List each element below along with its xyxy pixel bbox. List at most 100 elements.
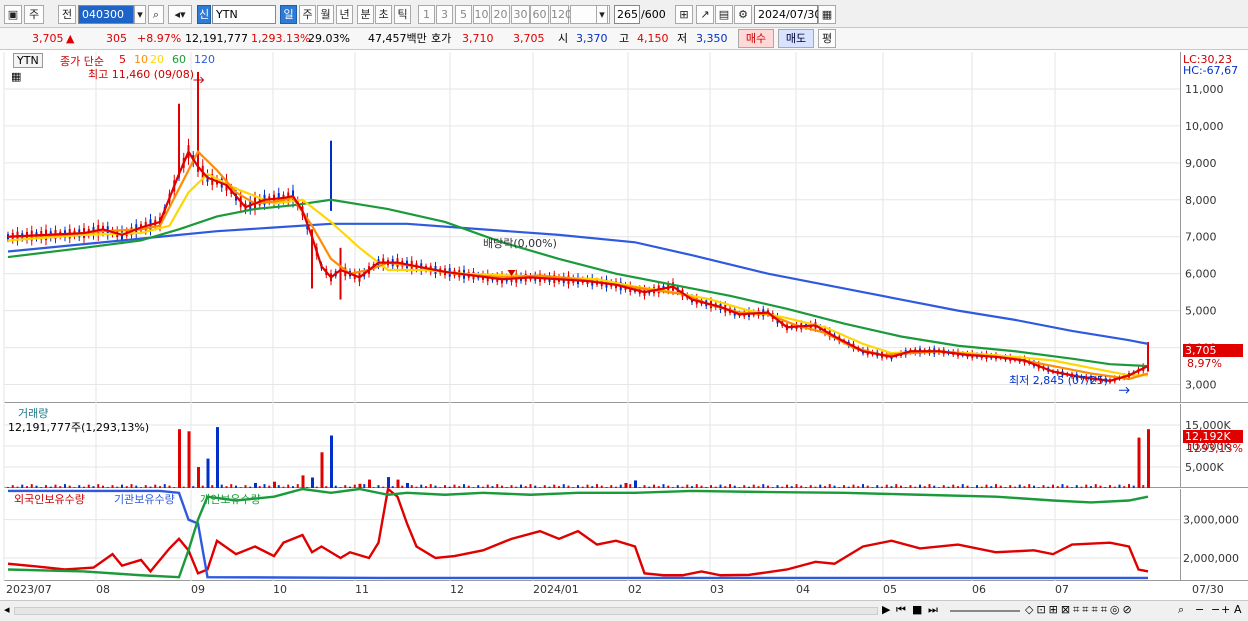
grid-icon[interactable]: ▦: [11, 70, 21, 83]
scroll-left-icon[interactable]: ◂: [4, 603, 10, 616]
volume-bar: [558, 486, 560, 488]
chevron-down-icon[interactable]: ▾: [596, 5, 608, 24]
minus-icon[interactable]: −: [1195, 603, 1204, 616]
volume-bar: [277, 485, 280, 488]
volume-bar: [73, 487, 76, 488]
minus-icon[interactable]: −: [1211, 603, 1220, 616]
count-input[interactable]: 265: [614, 5, 640, 24]
interval-button-5[interactable]: 30: [511, 5, 530, 24]
interval-button-0[interactable]: 1: [418, 5, 435, 24]
volume-bar: [425, 486, 427, 488]
ma-line-ma10: [7, 149, 1149, 381]
volume-bar: [154, 484, 157, 488]
volume-bar: [311, 477, 314, 488]
x-tick-label: 08: [96, 583, 110, 596]
period-button-2[interactable]: 월: [317, 5, 334, 24]
zoom-slider[interactable]: [950, 610, 1020, 612]
forward-icon[interactable]: ⏭: [928, 603, 938, 617]
bid-label: 호가: [431, 32, 452, 45]
volume-bar: [543, 485, 546, 488]
tool-icons[interactable]: ◇⊡⊞⊠⌗⌗⌗⌗◎⊘: [1025, 603, 1135, 617]
holding-label-individual: 개인보유수량: [200, 493, 261, 506]
volume: 12,191,777: [185, 32, 248, 45]
volume-bar: [491, 486, 494, 488]
volume-bar: [434, 485, 437, 488]
volume-bar: [187, 431, 191, 488]
stock-code-input[interactable]: 040300: [78, 5, 134, 24]
period-button-3[interactable]: 년: [336, 5, 353, 24]
volume-bar: [505, 487, 508, 488]
volume-bar: [676, 485, 679, 488]
volume-bar: [947, 486, 950, 488]
holding-panel[interactable]: 외국인보유수량 기관보유수량 개인보유수량: [3, 486, 1180, 581]
volume-bar: [377, 485, 380, 488]
volume-bar: [7, 487, 9, 488]
price-panel[interactable]: YTN 종가 단순 5 10 20 60 120 ▦ 최고 11,460 (09/08)…: [3, 52, 1180, 403]
gear-icon[interactable]: ⚙: [734, 5, 752, 24]
volume-bar: [843, 485, 845, 488]
volume-bar: [710, 485, 712, 488]
volume-bar: [515, 486, 518, 488]
volume-bar: [30, 484, 33, 488]
price-tick-label: 8,000: [1185, 194, 1217, 207]
interval-button-1[interactable]: 3: [436, 5, 453, 24]
x-tick-label: 2023/07: [6, 583, 52, 596]
play-icon[interactable]: ▶: [882, 603, 890, 616]
volume-bar: [349, 486, 351, 488]
save-icon[interactable]: ▤: [715, 5, 733, 24]
volume-bar: [1094, 484, 1097, 488]
volume-bar: [353, 484, 356, 488]
period-button-1[interactable]: 주: [299, 5, 316, 24]
volume-bar: [16, 486, 19, 488]
interval-button-2[interactable]: 5: [455, 5, 472, 24]
period-button-6[interactable]: 틱: [394, 5, 411, 24]
volume-bar: [40, 487, 43, 488]
volume-bar: [182, 486, 185, 488]
interval-button-3[interactable]: 10: [473, 5, 490, 24]
chevron-down-icon[interactable]: ▾: [134, 5, 146, 24]
volume-bar: [486, 484, 489, 488]
period-button-4[interactable]: 분: [357, 5, 374, 24]
volume-bar: [961, 484, 964, 488]
interval-button-7[interactable]: 120: [550, 5, 572, 24]
plus-icon[interactable]: +: [1221, 603, 1230, 616]
stop-icon[interactable]: ■: [912, 603, 922, 616]
scrollbar[interactable]: [14, 607, 878, 615]
volume-panel[interactable]: 거래량 12,191,777주(1,293,13%): [3, 404, 1180, 488]
volume-bar: [904, 487, 907, 488]
volume-bar: [596, 484, 598, 488]
volume-bar: [657, 486, 660, 488]
speaker-icon[interactable]: ◂▾: [168, 5, 192, 24]
buy-button[interactable]: 매수: [738, 29, 774, 48]
window-menu-icon[interactable]: ▣: [4, 5, 22, 24]
period-button-5[interactable]: 초: [375, 5, 392, 24]
eval-button[interactable]: 평: [818, 29, 836, 48]
search-icon[interactable]: ⌕: [1178, 603, 1184, 617]
period-button-0[interactable]: 일: [280, 5, 297, 24]
interval-button-6[interactable]: 60: [530, 5, 549, 24]
price-tick-label: 7,000: [1185, 231, 1217, 244]
volume-bar: [1018, 484, 1021, 488]
low-arrow-icon: [1119, 386, 1130, 394]
date-input[interactable]: 2024/07/30: [754, 5, 821, 24]
candle-icon[interactable]: ⊞: [675, 5, 693, 24]
high-note: 최고 11,460 (09/08): [88, 68, 195, 81]
volume-bar: [971, 487, 974, 488]
font-size-icon[interactable]: A: [1234, 603, 1242, 616]
volume-bar: [54, 484, 57, 488]
prev-button[interactable]: 전: [58, 5, 76, 24]
x-tick-label: 11: [355, 583, 369, 596]
search-icon[interactable]: ⌕: [148, 5, 164, 24]
rewind-icon[interactable]: ⏮: [896, 603, 906, 617]
indicator-icon[interactable]: ↗: [696, 5, 714, 24]
quote-bar: 3,705 ▲ 305 +8.97% 12,191,777 1,293.13% …: [0, 28, 1248, 50]
volume-bar: [529, 484, 532, 488]
interval-button-4[interactable]: 20: [491, 5, 510, 24]
holding-line-foreign: [7, 486, 1149, 577]
calendar-icon[interactable]: ▦: [818, 5, 836, 24]
main-button[interactable]: 주: [24, 5, 44, 24]
sell-button[interactable]: 매도: [778, 29, 814, 48]
volume-bar: [548, 486, 551, 488]
price-tick-label: 9,000: [1185, 157, 1217, 170]
stock-name-field[interactable]: YTN: [212, 5, 276, 24]
